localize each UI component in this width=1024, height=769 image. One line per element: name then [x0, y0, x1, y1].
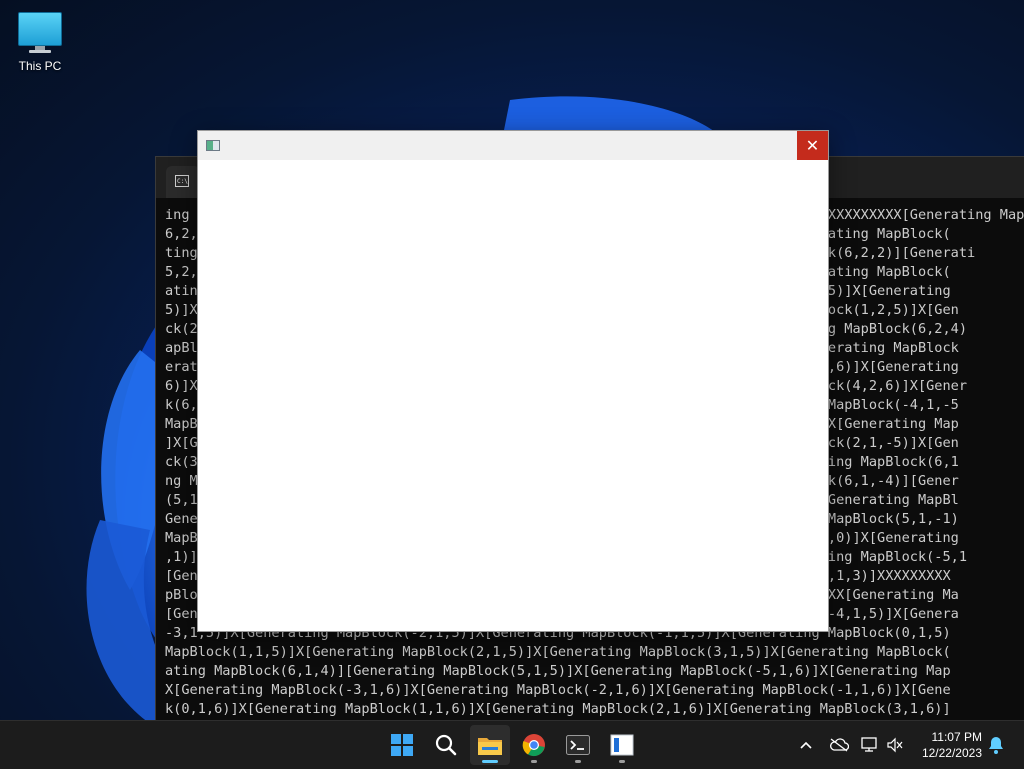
volume-muted-icon — [887, 737, 903, 753]
monitor-base — [29, 50, 51, 53]
tray-volume[interactable] — [884, 721, 906, 769]
close-button[interactable]: ✕ — [797, 131, 828, 160]
running-indicator — [531, 760, 537, 763]
clock-date: 12/22/2023 — [921, 746, 982, 760]
cmd-icon: C:\ — [175, 175, 189, 187]
tray-overflow-button[interactable] — [794, 721, 818, 769]
terminal-line: MapBlock(1,1,5)]X[Generating MapBlock(2,… — [165, 644, 951, 660]
tray-network[interactable] — [858, 721, 882, 769]
network-icon — [861, 737, 877, 752]
window-app-icon — [206, 140, 220, 151]
app-window-icon — [610, 734, 634, 756]
search-icon — [435, 734, 457, 756]
folder-icon — [478, 738, 502, 755]
blank-dialog-window[interactable]: ✕ — [197, 130, 829, 632]
chevron-up-icon — [800, 741, 812, 749]
terminal-line: ating MapBlock(6,1,4)][Generating MapBlo… — [165, 663, 951, 679]
terminal-icon — [566, 735, 590, 755]
clock-time: 11:07 PM — [931, 730, 982, 744]
desktop-icon-label: This PC — [18, 59, 62, 73]
cloud-offline-icon — [830, 738, 849, 752]
running-indicator — [619, 760, 625, 763]
taskbar-clock[interactable]: 11:07 PM 12/22/2023 — [922, 729, 982, 761]
search-button[interactable] — [426, 725, 466, 765]
active-indicator — [482, 760, 498, 763]
taskbar-terminal[interactable] — [558, 725, 598, 765]
taskbar-file-explorer[interactable] — [470, 725, 510, 765]
dialog-content-area — [198, 160, 828, 630]
taskbar: 11:07 PM 12/22/2023 — [0, 720, 1024, 769]
terminal-line: X[Generating MapBlock(-3,1,6)]X[Generati… — [165, 682, 951, 698]
running-indicator — [575, 760, 581, 763]
notification-button[interactable] — [986, 721, 1006, 769]
windows-start-icon — [391, 734, 413, 756]
close-icon: ✕ — [805, 136, 820, 155]
tray-onedrive[interactable] — [826, 721, 852, 769]
dialog-titlebar[interactable]: ✕ — [198, 131, 828, 160]
desktop-icon-this-pc[interactable]: This PC — [12, 8, 68, 73]
taskbar-chrome[interactable] — [514, 725, 554, 765]
start-button[interactable] — [382, 725, 422, 765]
taskbar-app[interactable] — [602, 725, 642, 765]
terminal-line: k(0,1,6)]X[Generating MapBlock(1,1,6)]X[… — [165, 701, 951, 717]
bell-icon — [989, 737, 1003, 754]
chrome-icon — [522, 734, 545, 757]
terminal-tab[interactable]: C:\ — [166, 166, 200, 198]
computer-icon — [18, 12, 62, 46]
